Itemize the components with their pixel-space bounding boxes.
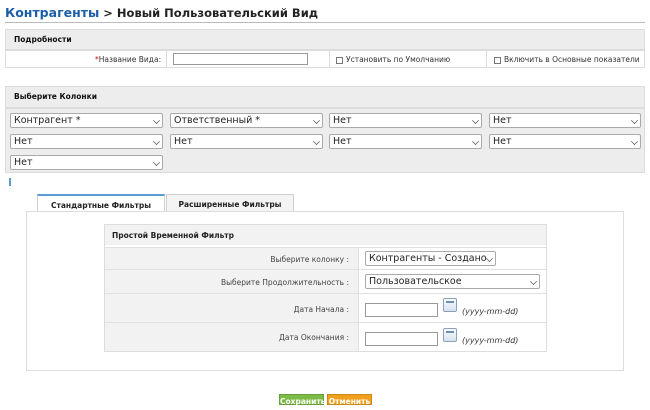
module-link[interactable]: Контрагенты [5,5,99,20]
chevron-down-icon [486,255,493,262]
set-default-label: Установить по Умолчанию [346,55,451,64]
view-name-label: *Название Вида: [95,55,162,64]
column-select-3[interactable]: Нет [329,113,482,128]
start-date-input[interactable] [365,303,438,317]
collapse-marker [9,178,11,186]
view-name-input[interactable] [173,53,308,65]
end-date-input[interactable] [365,332,438,346]
date-filter-header: Простой Временной Фильтр [105,225,546,245]
column-select-2[interactable]: Ответственный * [170,113,323,128]
details-divider [329,50,330,68]
end-date-label: Дата Окончания : [279,333,349,342]
column-select-7[interactable]: Нет [329,134,482,149]
columns-section-header: Выберите Колонки [5,86,645,108]
key-metrics-label: Включить в Основные показатели [504,55,640,64]
details-section-header: Подробности [5,29,645,50]
details-section-title: Подробности [14,35,72,44]
end-date-format-hint: (yyyy-mm-dd) [462,336,519,345]
select-duration-label: Выберите Продолжительность : [220,278,349,287]
tab-advanced-filters[interactable]: Расширенные Фильтры [166,194,294,212]
title-divider [5,22,645,23]
date-column-select[interactable]: Контрагенты - Создано [365,251,496,266]
chevron-down-icon [313,117,320,124]
select-column-label: Выберите колонку : [270,255,349,264]
chevron-down-icon [153,117,160,124]
chevron-down-icon [631,117,638,124]
chevron-down-icon [631,138,638,145]
chevron-down-icon [472,138,479,145]
page-name: Новый Пользовательский Вид [116,6,319,20]
tab-standard-filters[interactable]: Стандартные Фильтры [37,194,165,212]
columns-section-title: Выберите Колонки [14,92,97,101]
chevron-down-icon [313,138,320,145]
chevron-down-icon [530,278,537,285]
key-metrics-checkbox[interactable] [494,56,501,64]
calendar-icon[interactable] [443,298,457,312]
page-title: Контрагенты > Новый Пользовательский Вид [5,5,318,20]
start-date-label: Дата Начала : [293,305,349,314]
column-select-9[interactable]: Нет [10,155,163,170]
cancel-button[interactable]: Отменить [327,394,372,406]
chevron-down-icon [153,159,160,166]
details-divider [486,50,487,68]
details-divider [166,50,167,68]
title-separator: > [99,6,117,20]
calendar-icon[interactable] [443,328,457,342]
key-metrics-option[interactable]: Включить в Основные показатели [494,55,640,64]
date-filter-title: Простой Временной Фильтр [112,231,235,240]
column-select-4[interactable]: Нет [489,113,641,128]
save-button[interactable]: Сохранить [279,394,325,406]
column-select-1[interactable]: Контрагент * [10,113,163,128]
chevron-down-icon [472,117,479,124]
chevron-down-icon [153,138,160,145]
column-select-5[interactable]: Нет [10,134,163,149]
column-select-6[interactable]: Нет [170,134,323,149]
duration-select[interactable]: Пользовательское [365,274,540,289]
set-default-checkbox[interactable] [336,56,343,64]
set-default-option[interactable]: Установить по Умолчанию [336,55,450,64]
start-date-format-hint: (yyyy-mm-dd) [462,307,519,316]
column-select-8[interactable]: Нет [489,134,641,149]
